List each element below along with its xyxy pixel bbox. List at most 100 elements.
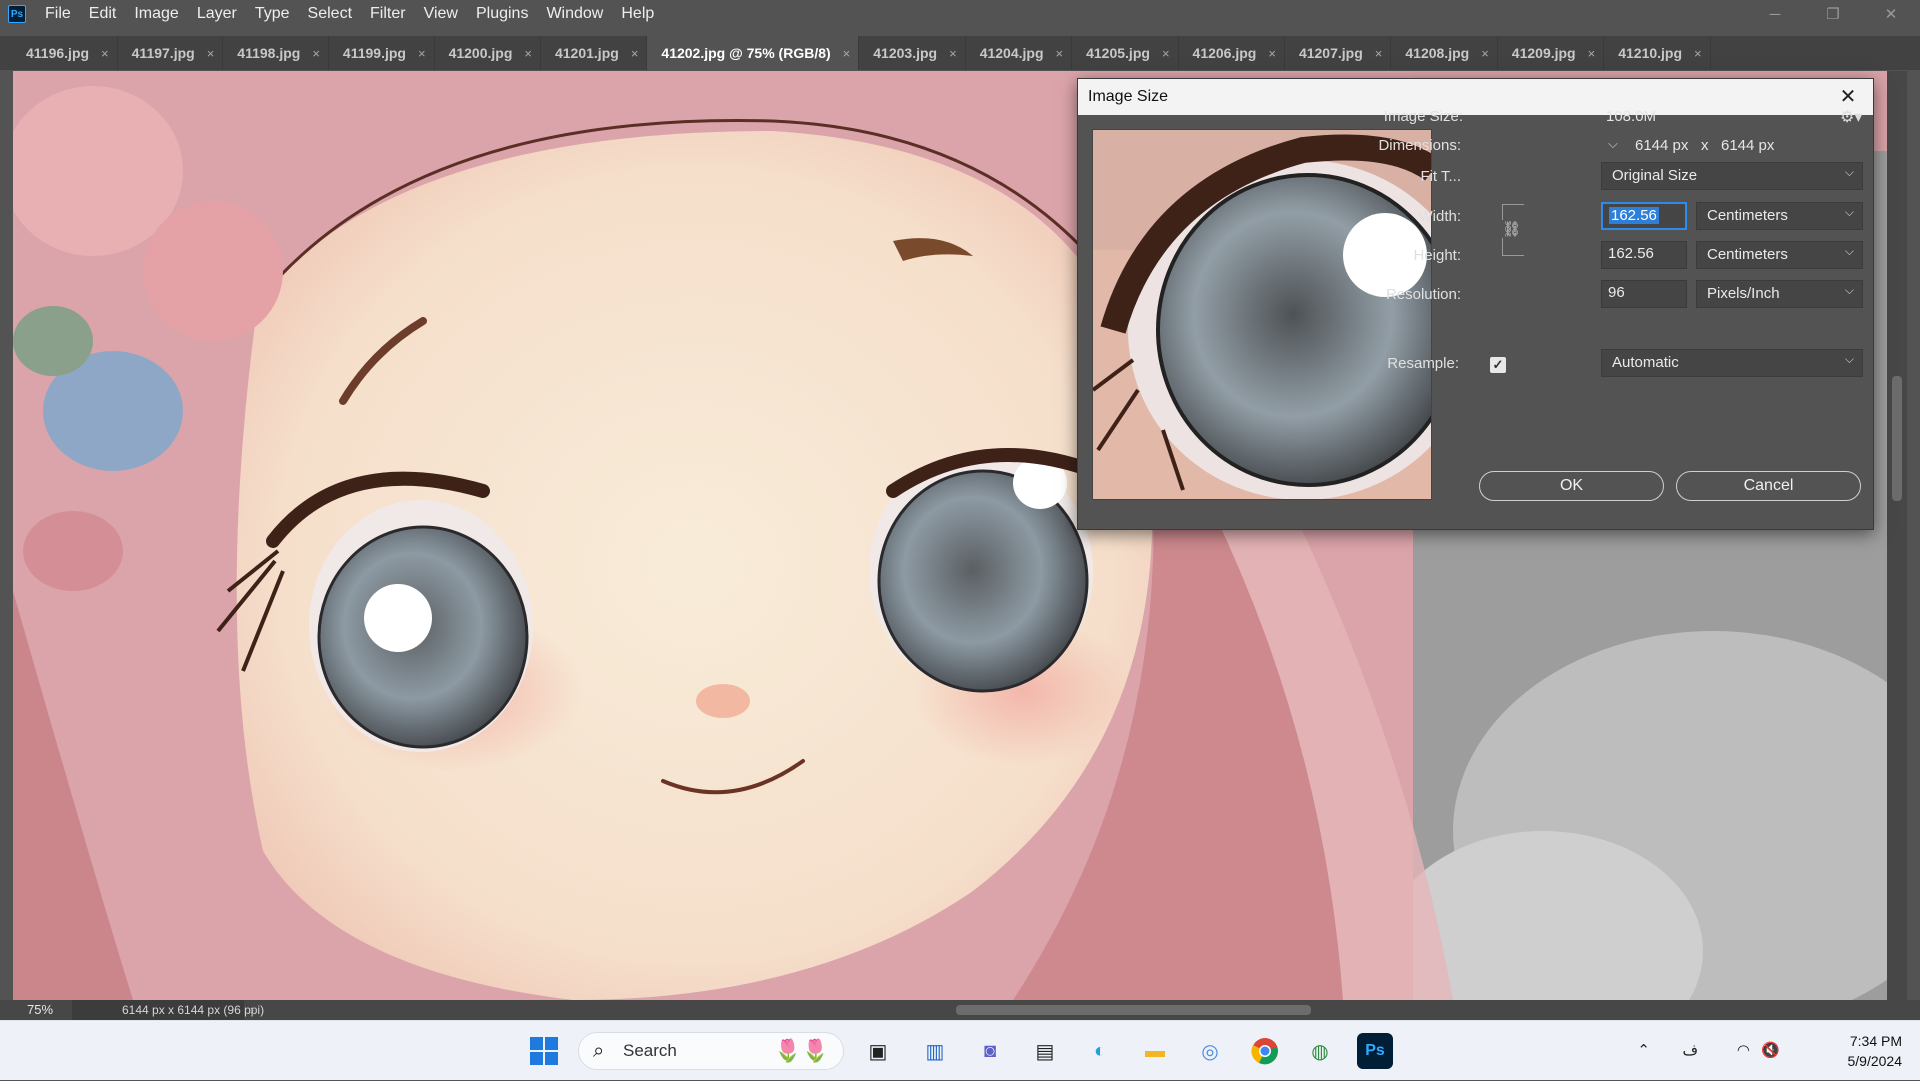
settings-camera-icon[interactable]: ◎ [1192,1033,1228,1069]
document-tab[interactable]: 41201.jpg × [540,36,648,70]
earth-app-icon[interactable]: ◍ [1302,1033,1338,1069]
chevron-down-icon: ⌵ [1844,352,1854,366]
menu-window[interactable]: Window [537,0,612,28]
chain-icon[interactable]: ⛓ [1502,220,1522,238]
windows-start-icon[interactable] [526,1033,562,1069]
height-unit-value: Centimeters [1707,246,1788,263]
height-label: Height: [1413,247,1461,264]
task-view-icon[interactable]: ▣ [860,1033,896,1069]
document-tab[interactable]: 41199.jpg × [328,36,435,70]
document-info: 6144 px x 6144 px (96 ppi) [72,1000,264,1020]
tab-close-icon[interactable]: × [949,46,957,61]
input-language[interactable]: ف [1682,1041,1698,1059]
resolution-label: Resolution: [1385,286,1461,303]
settings-gear-icon[interactable]: ⚙▾ [1840,107,1862,127]
photoshop-taskbar-icon[interactable]: Ps [1357,1033,1393,1069]
resolution-unit-dropdown[interactable]: Pixels/Inch ⌵ [1696,280,1863,308]
tab-close-icon[interactable]: × [1481,46,1489,61]
menu-filter[interactable]: Filter [361,0,415,28]
close-window-icon[interactable]: ✕ [1862,0,1920,28]
resample-dropdown[interactable]: Automatic ⌵ [1601,349,1863,377]
menu-layer[interactable]: Layer [188,0,246,28]
resample-checkbox[interactable]: ✓ [1490,357,1506,373]
document-tab[interactable]: 41205.jpg × [1072,36,1179,70]
tab-label: 41208.jpg [1405,45,1470,61]
file-explorer-icon[interactable]: ▬ [1137,1033,1173,1069]
zoom-level[interactable]: 75% [0,1000,62,1020]
chrome-icon[interactable] [1247,1033,1283,1069]
dimensions-width-value: 6144 px [1635,137,1689,154]
width-input[interactable]: 162.56 [1601,202,1687,230]
chevron-up-icon[interactable]: ⌃ [1637,1041,1650,1059]
menu-view[interactable]: View [415,0,467,28]
document-tab[interactable]: 41200.jpg × [434,36,541,70]
cancel-button[interactable]: Cancel [1676,471,1861,501]
fit-to-value: Original Size [1612,167,1698,184]
vertical-scrollbar[interactable] [1887,71,1907,1000]
tab-close-icon[interactable]: × [1694,46,1702,61]
document-tab[interactable]: 41197.jpg × [117,36,224,70]
image-preview[interactable] [1092,129,1432,500]
menu-select[interactable]: Select [299,0,361,28]
tab-close-icon[interactable]: × [1268,46,1276,61]
resolution-unit-value: Pixels/Inch [1707,285,1780,302]
vertical-scroll-thumb[interactable] [1892,376,1902,501]
document-tab[interactable]: 41203.jpg × [859,36,966,70]
document-tab[interactable]: 41208.jpg × [1391,36,1498,70]
tab-label: 41202.jpg @ 75% (RGB/8) [661,45,831,61]
menu-plugins[interactable]: Plugins [467,0,537,28]
tab-label: 41196.jpg [26,45,90,61]
tab-close-icon[interactable]: × [843,46,851,61]
horizontal-scrollbar[interactable] [320,1004,1887,1016]
tab-close-icon[interactable]: × [207,46,215,61]
edge-browser-icon[interactable]: ◐ [1082,1033,1118,1069]
tab-label: 41206.jpg [1192,45,1257,61]
tab-close-icon[interactable]: × [1375,46,1383,61]
teams-chat-icon[interactable]: ◙ [972,1033,1008,1069]
tab-close-icon[interactable]: × [524,46,532,61]
tab-close-icon[interactable]: × [1588,46,1596,61]
restore-icon[interactable]: ❐ [1804,0,1862,28]
dimensions-label: Dimensions: [1378,137,1461,154]
taskbar-search-box[interactable]: ⌕ Search 🌷🌷 [578,1032,844,1070]
document-tab[interactable]: 41198.jpg × [223,36,329,70]
document-tab[interactable]: 41209.jpg × [1497,36,1605,70]
ok-button[interactable]: OK [1479,471,1664,501]
tab-close-icon[interactable]: × [101,46,109,61]
menu-file[interactable]: File [36,0,80,28]
height-unit-dropdown[interactable]: Centimeters ⌵ [1696,241,1863,269]
dimensions-chevron-icon[interactable]: ⌵ [1608,136,1618,152]
image-size-value: 108.0M [1606,108,1657,125]
tab-close-icon[interactable]: × [312,46,320,61]
resample-value: Automatic [1612,354,1679,371]
snap-layout-icon[interactable]: ▥ [917,1033,953,1069]
menu-help[interactable]: Help [612,0,663,28]
tab-close-icon[interactable]: × [418,46,426,61]
horizontal-scroll-thumb[interactable] [956,1005,1311,1015]
tab-close-icon[interactable]: × [1056,46,1064,61]
document-tab[interactable]: 41210.jpg × [1604,36,1711,70]
tab-close-icon[interactable]: × [631,46,639,61]
tab-label: 41198.jpg [237,45,301,61]
menu-edit[interactable]: Edit [80,0,126,28]
status-expand-icon[interactable]: › [250,1003,254,1017]
document-tabs: 41196.jpg × 41197.jpg × 41198.jpg × 41199.jpg ×… [0,36,1920,70]
minimize-icon[interactable]: ─ [1746,0,1804,28]
document-tab[interactable]: 41206.jpg × [1178,36,1285,70]
menu-image[interactable]: Image [125,0,187,28]
height-input[interactable]: 162.56 [1601,241,1687,269]
width-unit-dropdown[interactable]: Centimeters ⌵ [1696,202,1863,230]
document-tab[interactable]: 41202.jpg @ 75% (RGB/8) × [647,36,860,70]
clock[interactable]: 7:34 PM 5/9/2024 [1848,1031,1903,1071]
document-tab[interactable]: 41204.jpg × [965,36,1073,70]
resolution-input[interactable]: 96 [1601,280,1687,308]
fit-to-dropdown[interactable]: Original Size ⌵ [1601,162,1863,190]
wifi-icon[interactable]: ◠ [1737,1041,1750,1059]
menu-type[interactable]: Type [246,0,299,28]
microsoft-store-icon[interactable]: ▤ [1027,1033,1063,1069]
document-tab[interactable]: 41207.jpg × [1284,36,1392,70]
tab-close-icon[interactable]: × [1162,46,1170,61]
document-tab[interactable]: 41196.jpg × [12,36,118,70]
dialog-title: Image Size [1078,79,1873,115]
volume-muted-icon[interactable]: 🔇 [1761,1041,1780,1059]
